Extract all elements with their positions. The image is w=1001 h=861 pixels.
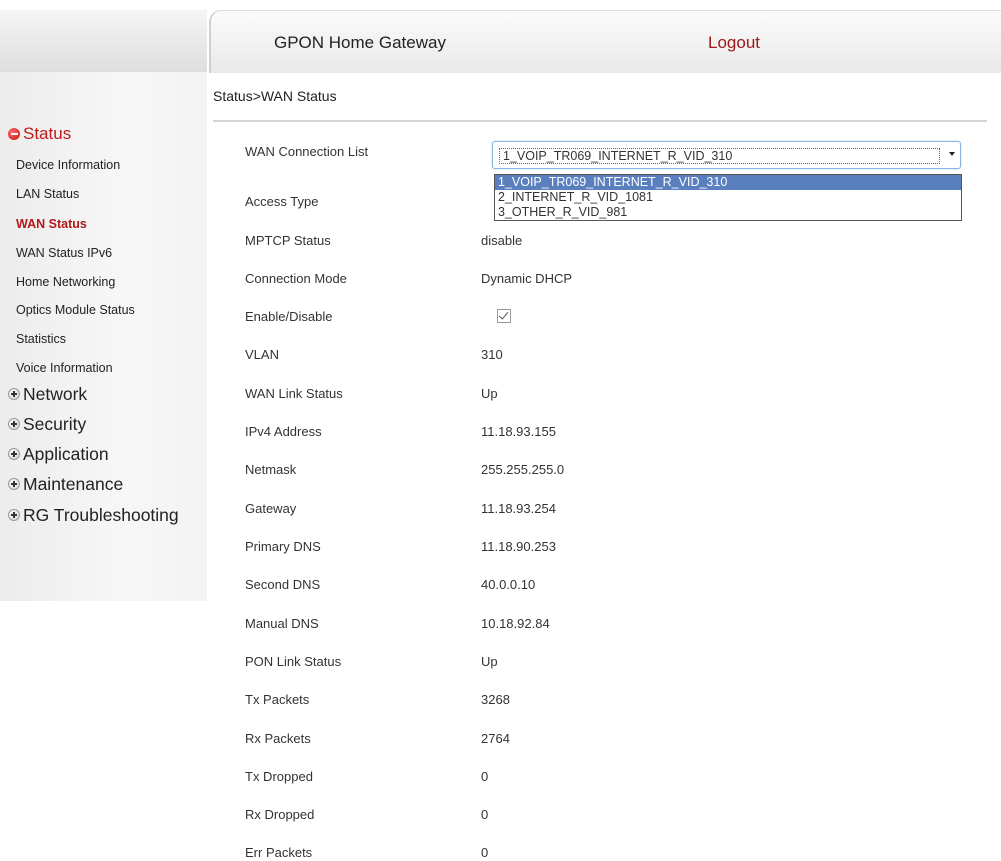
tx-packets-value: 3268	[481, 692, 510, 707]
sidebar-item-voice-information[interactable]: Voice Information	[16, 361, 113, 375]
vlan-label: VLAN	[245, 347, 279, 362]
connection-mode-label: Connection Mode	[245, 271, 347, 286]
expand-icon	[8, 509, 20, 521]
sidebar-item-device-information[interactable]: Device Information	[16, 158, 120, 172]
sidebar-item-optics-module-status[interactable]: Optics Module Status	[16, 303, 135, 317]
dropdown-option[interactable]: 2_INTERNET_R_VID_1081	[495, 190, 961, 205]
pon-link-status-label: PON Link Status	[245, 654, 342, 669]
breadcrumb-divider	[213, 120, 987, 122]
wan-connection-list-label: WAN Connection List	[245, 144, 369, 159]
sidebar-menu-rg-troubleshooting[interactable]: RG Troubleshooting	[8, 504, 179, 526]
sidebar-menu-maintenance[interactable]: Maintenance	[8, 473, 123, 495]
tx-dropped-label: Tx Dropped	[245, 769, 313, 784]
gateway-label: Gateway	[245, 501, 297, 516]
primary-dns-label: Primary DNS	[245, 539, 321, 554]
sidebar-menu-network[interactable]: Network	[8, 383, 87, 405]
wan-link-status-value: Up	[481, 386, 498, 401]
sidebar-menu-maintenance-label: Maintenance	[23, 473, 124, 494]
tx-packets-label: Tx Packets	[245, 692, 310, 707]
tx-dropped-value: 0	[481, 769, 489, 784]
pon-link-status-value: Up	[481, 654, 498, 669]
expand-icon	[8, 448, 20, 460]
sidebar-menu-security[interactable]: Security	[8, 413, 86, 435]
second-dns-value: 40.0.0.10	[481, 577, 536, 592]
sidebar-menu-status-label: Status	[23, 124, 72, 143]
rx-packets-value: 2764	[481, 731, 510, 746]
netmask-label: Netmask	[245, 462, 297, 477]
breadcrumb: Status>WAN Status	[213, 88, 337, 104]
sidebar-item-statistics[interactable]: Statistics	[16, 332, 66, 346]
enable-checkbox[interactable]	[497, 309, 511, 323]
sidebar-item-lan-status[interactable]: LAN Status	[16, 187, 79, 201]
mptcp-status-value: disable	[481, 233, 523, 248]
netmask-value: 255.255.255.0	[481, 462, 565, 477]
expand-icon	[8, 418, 20, 430]
second-dns-label: Second DNS	[245, 577, 321, 592]
primary-dns-value: 11.18.90.253	[481, 539, 556, 554]
rx-dropped-value: 0	[481, 807, 489, 822]
logout-link[interactable]: Logout	[708, 33, 760, 53]
expand-icon	[8, 478, 20, 490]
wan-connection-select[interactable]: 1_VOIP_TR069_INTERNET_R_VID_310	[492, 141, 961, 169]
sidebar-menu-rg-troubleshooting-label: RG Troubleshooting	[23, 504, 179, 525]
sidebar-menu-application-label: Application	[23, 443, 109, 464]
err-packets-label: Err Packets	[245, 845, 313, 860]
connection-mode-value: Dynamic DHCP	[481, 271, 573, 286]
access-type-label: Access Type	[245, 194, 319, 209]
wan-connection-dropdown: 1_VOIP_TR069_INTERNET_R_VID_310 2_INTERN…	[494, 174, 962, 221]
dropdown-arrow-icon	[949, 152, 955, 156]
manual-dns-label: Manual DNS	[245, 616, 319, 631]
wan-connection-selected-value: 1_VOIP_TR069_INTERNET_R_VID_310	[499, 148, 940, 164]
ipv4-address-label: IPv4 Address	[245, 424, 322, 439]
err-packets-value: 0	[481, 845, 489, 860]
app-title: GPON Home Gateway	[274, 33, 446, 52]
expand-icon	[8, 388, 20, 400]
sidebar-item-wan-status[interactable]: WAN Status	[16, 217, 87, 231]
header-left-block	[0, 10, 207, 72]
gateway-value: 11.18.93.254	[481, 501, 556, 516]
ipv4-address-value: 11.18.93.155	[481, 424, 556, 439]
sidebar-menu-application[interactable]: Application	[8, 443, 109, 465]
enable-disable-label: Enable/Disable	[245, 309, 333, 324]
mptcp-status-label: MPTCP Status	[245, 233, 331, 248]
sidebar-item-home-networking[interactable]: Home Networking	[16, 275, 115, 289]
rx-packets-label: Rx Packets	[245, 731, 311, 746]
sidebar-menu-security-label: Security	[23, 413, 87, 434]
rx-dropped-label: Rx Dropped	[245, 807, 315, 822]
vlan-value: 310	[481, 347, 503, 362]
sidebar-item-wan-status-ipv6[interactable]: WAN Status IPv6	[16, 246, 112, 260]
dropdown-option[interactable]: 3_OTHER_R_VID_981	[495, 205, 961, 220]
header-bar: GPON Home Gateway Logout	[209, 10, 1001, 73]
collapse-icon	[8, 128, 20, 140]
dropdown-option[interactable]: 1_VOIP_TR069_INTERNET_R_VID_310	[495, 175, 961, 190]
sidebar-menu-network-label: Network	[23, 383, 88, 404]
wan-link-status-label: WAN Link Status	[245, 386, 343, 401]
sidebar-menu-status[interactable]: Status	[8, 123, 71, 145]
manual-dns-value: 10.18.92.84	[481, 616, 550, 631]
